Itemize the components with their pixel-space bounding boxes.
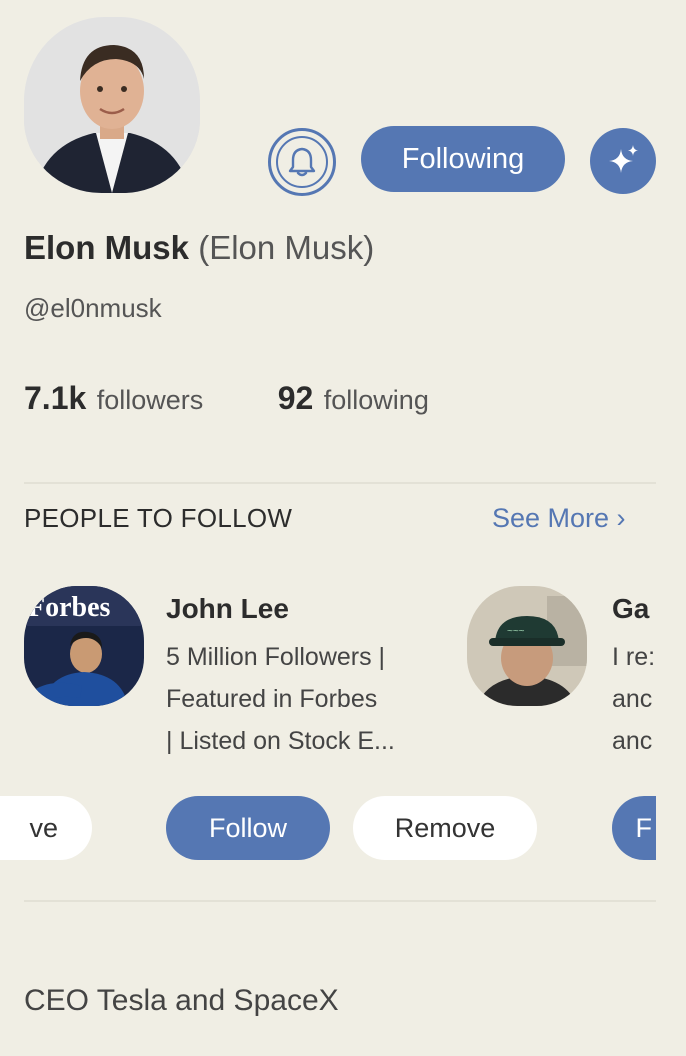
profile-name: Elon Musk (Elon Musk) <box>24 229 374 267</box>
svg-text:~~~: ~~~ <box>507 626 525 637</box>
divider <box>24 900 656 902</box>
sparkle-button[interactable] <box>590 128 656 194</box>
followers-label: followers <box>96 385 204 415</box>
profile-page: Following Elon Musk (Elon Musk) @el0nmus… <box>0 0 686 1056</box>
suggestion-bio: I re: anc anc <box>612 636 662 762</box>
remove-button-label: Remove <box>394 812 496 843</box>
profile-bio: CEO Tesla and SpaceX <box>24 984 339 1017</box>
suggestion-name[interactable]: Ga <box>612 593 649 625</box>
forbes-cover-photo: Forbes <box>24 586 144 706</box>
follow-button-label: F <box>635 812 653 843</box>
people-to-follow-title: PEOPLE TO FOLLOW <box>24 503 293 533</box>
follow-button-label: Follow <box>208 812 288 843</box>
follow-button[interactable]: Follow <box>166 796 330 860</box>
suggestion-bio-line: Featured in Forbes <box>166 685 378 713</box>
suggestion-bio-line: anc <box>612 727 653 755</box>
suggestion-bio-line: anc <box>612 685 653 713</box>
remove-button[interactable]: Remove <box>353 796 537 860</box>
profile-avatar[interactable] <box>24 17 200 193</box>
remove-button-label: ve <box>29 812 58 843</box>
suggestion-name[interactable]: John Lee <box>166 593 289 625</box>
suggestion-bio-line: 5 Million Followers | <box>166 643 386 671</box>
divider <box>24 482 656 484</box>
following-count: 92 <box>277 380 314 416</box>
profile-name-primary: Elon Musk <box>24 229 190 266</box>
suggestion-photo: ~~~ <box>467 586 587 706</box>
suggestion-bio-line: I re: <box>612 643 656 671</box>
bell-icon <box>276 136 328 188</box>
suggestion-bio-line: | Listed on Stock E... <box>166 727 395 755</box>
notification-bell-button[interactable] <box>268 128 336 196</box>
forbes-logo-text: Forbes <box>28 592 111 623</box>
following-stat[interactable]: 92 following <box>278 380 429 417</box>
followers-stat[interactable]: 7.1k followers <box>24 380 203 417</box>
profile-display-name: (Elon Musk) <box>198 229 375 266</box>
sparkle-icon <box>609 145 638 173</box>
suggestion-avatar-ga[interactable]: ~~~ <box>467 586 587 706</box>
following-label: following <box>323 385 429 415</box>
following-button-label: Following <box>401 142 525 175</box>
followers-count: 7.1k <box>24 380 87 416</box>
suggestion-bio: 5 Million Followers | Featured in Forbes… <box>166 636 395 762</box>
profile-handle: @el0nmusk <box>24 293 162 323</box>
suggestion-avatar-john-lee[interactable]: Forbes <box>24 586 144 706</box>
following-button[interactable]: Following <box>361 126 565 192</box>
profile-photo <box>24 17 200 193</box>
profile-stats: 7.1k followers 92 following <box>24 380 499 417</box>
remove-button-partial[interactable]: ve <box>0 796 92 860</box>
follow-button-partial[interactable]: F <box>612 796 656 860</box>
see-more-link[interactable]: See More › <box>492 503 626 534</box>
